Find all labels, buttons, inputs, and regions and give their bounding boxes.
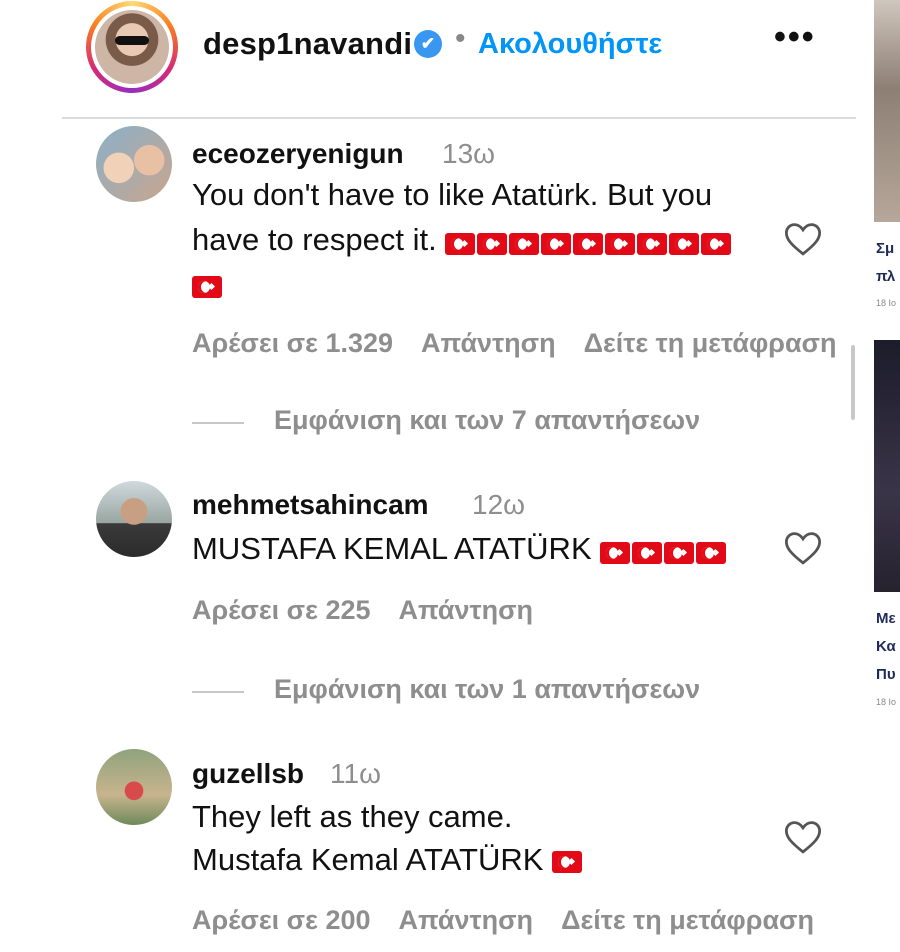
verified-badge-icon: ✔ — [414, 30, 442, 58]
comment-text-line — [192, 262, 224, 307]
comment-text-line: Mustafa Kemal ATATÜRK — [192, 837, 584, 882]
likes-count[interactable]: Αρέσει σε 1.329 — [192, 328, 393, 358]
comment-time[interactable]: 12ω — [472, 489, 525, 521]
commenter-username[interactable]: eceozeryenigun — [192, 138, 404, 170]
turkey-flag-emojis — [600, 528, 728, 573]
turkey-flag-icon — [445, 233, 476, 256]
turkey-flag-icon — [632, 542, 663, 565]
post-header: desp1navandi ✔ • Ακολουθήστε ••• — [0, 0, 856, 118]
article-date: 18 Ιο — [876, 697, 897, 707]
view-replies-button[interactable]: Εμφάνιση και των 7 απαντήσεων — [192, 405, 812, 441]
comment-text: MUSTAFA KEMAL ATATÜRK — [192, 531, 592, 566]
turkey-flag-icon — [664, 542, 695, 565]
follow-button[interactable]: Ακολουθήστε — [478, 28, 662, 61]
article-thumbnail[interactable] — [874, 0, 900, 222]
comment-text: Mustafa Kemal ATATÜRK — [192, 842, 544, 877]
turkey-flag-icon — [192, 275, 222, 298]
turkey-flag-icon — [573, 233, 604, 256]
header-divider — [62, 117, 856, 119]
more-options-icon[interactable]: ••• — [774, 18, 816, 57]
comment-actions: Αρέσει σε 200 Απάντηση Δείτε τη μετάφραση — [192, 905, 842, 936]
turkey-flag-icon — [605, 233, 636, 256]
like-heart-icon[interactable] — [782, 527, 824, 569]
commenter-username[interactable]: mehmetsahincam — [192, 489, 429, 521]
replies-line — [192, 422, 244, 424]
like-heart-icon[interactable] — [782, 816, 824, 858]
comment-text: have to respect it. — [192, 222, 437, 257]
comment-text-line: You don't have to like Atatürk. But you — [192, 177, 713, 212]
like-heart-icon[interactable] — [782, 218, 824, 260]
view-replies-label: Εμφάνιση και των 7 απαντήσεων — [274, 405, 701, 435]
comment-text-line: have to respect it. — [192, 217, 733, 264]
comment-actions: Αρέσει σε 1.329 Απάντηση Δείτε τη μετάφρασ… — [192, 328, 856, 359]
turkey-flag-icon — [541, 233, 572, 256]
commenter-avatar[interactable] — [96, 749, 172, 825]
article-title-line[interactable]: Σμ — [876, 240, 894, 257]
avatar — [95, 10, 169, 84]
article-thumbnail[interactable] — [874, 340, 900, 592]
turkey-flag-icon — [600, 542, 631, 565]
comments-panel: desp1navandi ✔ • Ακολουθήστε ••• eceozer… — [0, 0, 856, 952]
turkey-flag-emojis — [445, 219, 733, 264]
turkey-flag-icon — [696, 542, 727, 565]
turkey-flag-icon — [701, 233, 732, 256]
post-author-username[interactable]: desp1navandi — [203, 26, 412, 62]
background-article-list: Σμ πλ 18 Ιο Με Κα Πυ 18 Ιο — [856, 0, 900, 952]
turkey-flag-icon — [509, 233, 540, 256]
see-translation-button[interactable]: Δείτε τη μετάφραση — [561, 905, 814, 935]
reply-button[interactable]: Απάντηση — [399, 905, 534, 935]
article-title-line[interactable]: Πυ — [876, 666, 896, 683]
scrollbar[interactable] — [851, 345, 855, 420]
view-replies-button[interactable]: Εμφάνιση και των 1 απαντήσεων — [192, 674, 812, 710]
turkey-flag-icon — [552, 850, 583, 873]
article-title-line[interactable]: Με — [876, 610, 896, 627]
article-title-line[interactable]: Κα — [876, 638, 896, 655]
commenter-username[interactable]: guzellsb — [192, 758, 304, 790]
likes-count[interactable]: Αρέσει σε 225 — [192, 595, 371, 625]
turkey-flag-icon — [477, 233, 508, 256]
comment-text-line: They left as they came. — [192, 799, 513, 834]
commenter-avatar[interactable] — [96, 481, 172, 557]
story-ring-avatar[interactable] — [86, 1, 178, 93]
commenter-avatar[interactable] — [96, 126, 172, 202]
article-title-line[interactable]: πλ — [876, 268, 895, 285]
turkey-flag-icon — [669, 233, 700, 256]
replies-line — [192, 691, 244, 693]
article-date: 18 Ιο — [876, 298, 897, 308]
comment-time[interactable]: 13ω — [442, 138, 495, 170]
view-replies-label: Εμφάνιση και των 1 απαντήσεων — [274, 674, 701, 704]
separator-dot: • — [455, 22, 466, 55]
see-translation-button[interactable]: Δείτε τη μετάφραση — [584, 328, 837, 358]
comment-time[interactable]: 11ω — [330, 758, 381, 790]
reply-button[interactable]: Απάντηση — [421, 328, 556, 358]
comment-actions: Αρέσει σε 225 Απάντηση — [192, 595, 561, 626]
reply-button[interactable]: Απάντηση — [399, 595, 534, 625]
comment-text-line: MUSTAFA KEMAL ATATÜRK — [192, 526, 728, 573]
turkey-flag-icon — [637, 233, 668, 256]
likes-count[interactable]: Αρέσει σε 200 — [192, 905, 371, 935]
